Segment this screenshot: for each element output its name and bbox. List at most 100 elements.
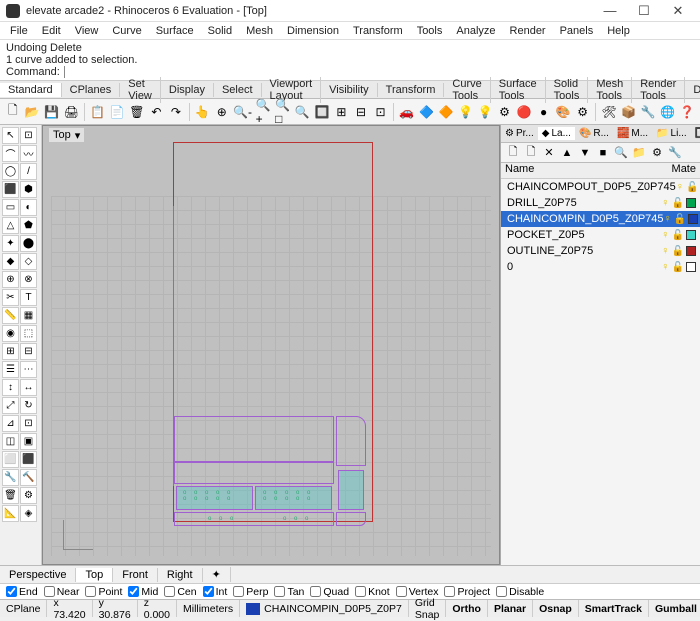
toolbar-button-6[interactable]: 📄 [109,102,127,122]
left-tool-12[interactable]: ✦ [2,235,19,252]
toolbar-button-26[interactable]: 💡 [476,102,494,122]
minimize-button[interactable]: — [594,1,626,21]
toolbar-button-11[interactable]: 👆 [194,102,212,122]
toolbar-button-13[interactable]: 🔍- [233,102,253,122]
lock-icon[interactable]: 🔓 [672,262,684,273]
toolbar-tab-display[interactable]: Display [161,83,214,97]
layer-toolbar-button-9[interactable]: 🔧 [667,145,683,161]
osnap-checkbox-project[interactable] [444,586,455,597]
osnap-disable[interactable]: Disable [496,586,544,598]
toolbar-button-23[interactable]: 🔷 [418,102,436,122]
osnap-int[interactable]: Int [203,586,228,598]
toolbar-button-34[interactable]: 📦 [620,102,638,122]
left-tool-27[interactable]: ⋯ [20,361,37,378]
toolbar-button-2[interactable]: 💾 [43,102,61,122]
osnap-tan[interactable]: Tan [274,586,304,598]
layer-header-material[interactable]: Mate [660,163,700,178]
lock-icon[interactable]: 🔓 [674,214,686,225]
osnap-knot[interactable]: Knot [355,586,390,598]
toolbar-tab-draftin[interactable]: Draftin [685,83,700,97]
toolbar-tab-select[interactable]: Select [214,83,262,97]
status-toggle-gumball[interactable]: Gumball [649,600,700,617]
osnap-quad[interactable]: Quad [310,586,349,598]
left-tool-26[interactable]: ☰ [2,361,19,378]
osnap-checkbox-cen[interactable] [164,586,175,597]
left-tool-23[interactable]: ⬚ [20,325,37,342]
toolbar-button-12[interactable]: ⊕ [213,102,231,122]
toolbar-tab-visibility[interactable]: Visibility [321,83,378,97]
left-tool-3[interactable]: 〰 [20,145,37,162]
view-tab-right[interactable]: Right [158,568,203,582]
menu-surface[interactable]: Surface [150,24,200,38]
left-tool-0[interactable]: ↖ [2,127,19,144]
left-tool-38[interactable]: 🔧 [2,469,19,486]
menu-solid[interactable]: Solid [202,24,238,38]
layer-row-drill_z0p75[interactable]: DRILL_Z0P75♀🔓 [501,195,700,211]
left-tool-6[interactable]: ⬛ [2,181,19,198]
toolbar-tab-transform[interactable]: Transform [378,83,445,97]
layer-row-chaincompout_d0p5_z0p745[interactable]: CHAINCOMPOUT_D0P5_Z0P745♀🔓 [501,179,700,195]
left-tool-22[interactable]: ◉ [2,325,19,342]
left-tool-1[interactable]: ⊡ [20,127,37,144]
left-tool-19[interactable]: T [20,289,37,306]
left-tool-16[interactable]: ⊕ [2,271,19,288]
layer-color-swatch[interactable] [686,246,696,256]
left-tool-29[interactable]: ↔ [20,379,37,396]
left-tool-43[interactable]: ◈ [20,505,37,522]
status-current-layer[interactable]: CHAINCOMPIN_D0P5_Z0P7 [240,600,409,617]
status-y[interactable]: y 30.876 [93,600,138,617]
toolbar-button-24[interactable]: 🔶 [437,102,455,122]
toolbar-button-27[interactable]: ⚙ [496,102,514,122]
menu-render[interactable]: Render [504,24,552,38]
left-tool-11[interactable]: ⬟ [20,217,37,234]
osnap-checkbox-point[interactable] [85,586,96,597]
toolbar-tab-mesh-tools[interactable]: Mesh Tools [588,77,632,103]
left-tool-9[interactable]: ◐ [20,199,37,216]
osnap-end[interactable]: End [6,586,38,598]
layer-toolbar-button-5[interactable]: ■ [595,145,611,161]
status-toggle-ortho[interactable]: Ortho [446,600,488,617]
status-toggle-smarttrack[interactable]: SmartTrack [579,600,649,617]
toolbar-button-36[interactable]: 🌐 [659,102,677,122]
panel-tab-2[interactable]: 🎨R... [575,127,613,140]
status-units[interactable]: Millimeters [177,600,240,617]
status-cplane[interactable]: CPlane [0,600,47,617]
menu-analyze[interactable]: Analyze [450,24,501,38]
osnap-checkbox-vertex[interactable] [396,586,407,597]
bulb-icon[interactable]: ♀ [661,229,669,241]
layer-row-chaincompin_d0p5_z0p745[interactable]: CHAINCOMPIN_D0P5_Z0P745♀🔓● [501,211,700,227]
layer-row-outline_z0p75[interactable]: OUTLINE_Z0P75♀🔓 [501,243,700,259]
status-z[interactable]: z 0.000 [138,600,177,617]
toolbar-tab-solid-tools[interactable]: Solid Tools [546,77,589,103]
view-tab-perspective[interactable]: Perspective [0,568,76,582]
panel-tab-0[interactable]: ⚙Pr... [501,127,538,140]
left-tool-32[interactable]: ⊿ [2,415,19,432]
menu-mesh[interactable]: Mesh [240,24,279,38]
toolbar-tab-standard[interactable]: Standard [0,83,62,97]
toolbar-button-33[interactable]: 🛠 [600,102,618,122]
toolbar-button-25[interactable]: 💡 [457,102,475,122]
maximize-button[interactable]: ☐ [628,1,660,21]
lock-icon[interactable]: 🔓 [672,230,684,241]
lock-icon[interactable]: 🔓 [686,182,698,193]
osnap-checkbox-perp[interactable] [233,586,244,597]
left-tool-31[interactable]: ↻ [20,397,37,414]
toolbar-tab-curve-tools[interactable]: Curve Tools [444,77,490,103]
panel-tab-5[interactable]: 🔲H... [691,127,700,140]
toolbar-button-37[interactable]: ❓ [678,102,696,122]
menu-view[interactable]: View [69,24,105,38]
toolbar-tab-cplanes[interactable]: CPlanes [62,83,121,97]
toolbar-button-17[interactable]: 🔲 [313,102,331,122]
toolbar-button-16[interactable]: 🔍 [294,102,312,122]
status-toggle-planar[interactable]: Planar [488,600,533,617]
layer-toolbar-button-6[interactable]: 🔍 [613,145,629,161]
left-tool-10[interactable]: △ [2,217,19,234]
left-tool-30[interactable]: ⤢ [2,397,19,414]
left-tool-40[interactable]: 🗑 [2,487,19,504]
toolbar-button-3[interactable]: 🖨 [63,102,81,122]
viewport-top[interactable]: Top ▾ o o o o oo o o o o o o o o oo o o … [42,125,500,565]
view-tab-front[interactable]: Front [113,568,158,582]
menu-curve[interactable]: Curve [106,24,147,38]
panel-tab-4[interactable]: 📁Li... [652,127,691,140]
left-tool-17[interactable]: ⊗ [20,271,37,288]
